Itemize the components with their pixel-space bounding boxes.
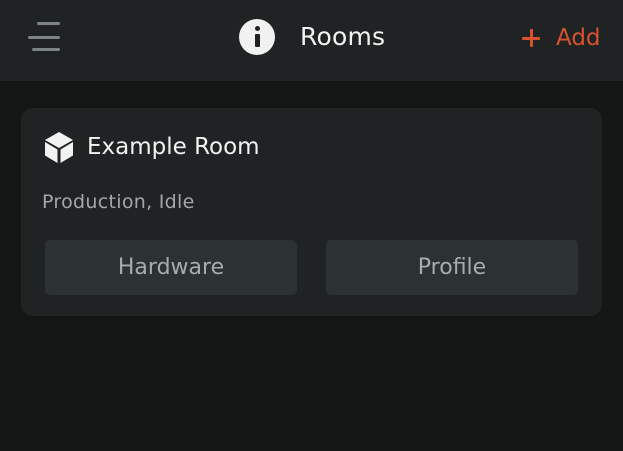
menu-button[interactable] [28,22,62,52]
top-bar: Rooms Add [0,0,623,81]
plus-icon [522,29,540,47]
add-room-button[interactable]: Add [522,19,601,57]
hardware-button[interactable]: Hardware [45,240,297,295]
profile-button[interactable]: Profile [326,240,578,295]
room-card: Example Room Production, Idle Hardware P… [21,108,602,316]
room-status: Production, Idle [42,191,195,213]
page-title: Rooms [300,22,386,51]
add-button-label: Add [556,25,601,51]
cube-icon [45,132,73,163]
info-button[interactable] [239,19,275,55]
room-name: Example Room [87,134,260,160]
